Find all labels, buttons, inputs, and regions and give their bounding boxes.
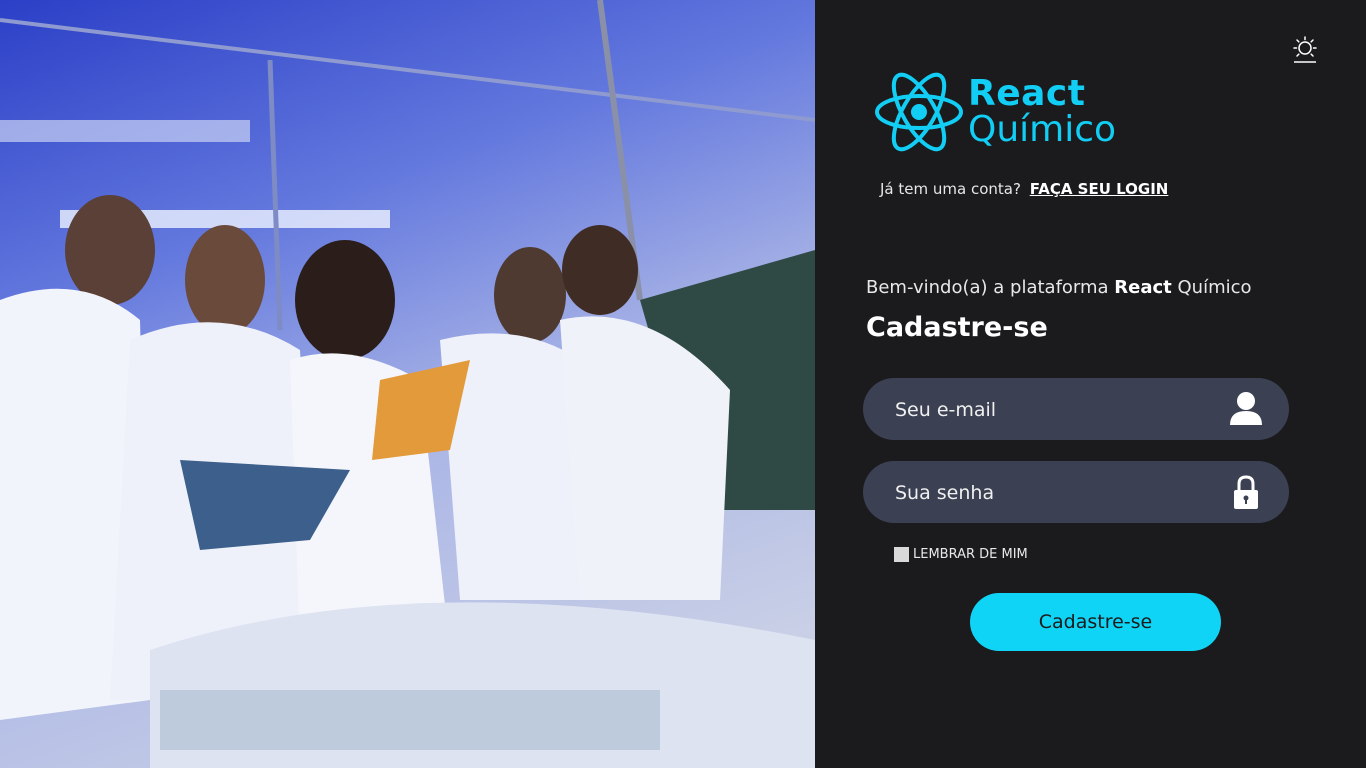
brand-name-quimico: Químico <box>968 109 1117 150</box>
hero-image <box>0 0 815 768</box>
lock-icon <box>1234 475 1258 509</box>
welcome-text: Bem-vindo(a) a plataforma React Químico <box>866 277 1252 298</box>
password-field[interactable] <box>893 461 1217 525</box>
email-field-container <box>863 378 1289 442</box>
sun-icon <box>1293 36 1317 63</box>
login-link[interactable]: FAÇA SEU LOGIN <box>1030 180 1169 198</box>
login-prompt: Já tem uma conta? FAÇA SEU LOGIN <box>880 180 1168 198</box>
checkbox-box[interactable] <box>894 546 909 562</box>
brand-logo: React Químico <box>875 70 1165 156</box>
user-icon <box>1230 392 1262 425</box>
welcome-suffix: Químico <box>1171 277 1252 298</box>
signup-panel: React Químico Já tem uma conta? FAÇA SEU… <box>815 0 1366 768</box>
signup-button[interactable]: Cadastre-se <box>970 593 1221 651</box>
password-field-container <box>863 461 1289 525</box>
theme-toggle-button[interactable] <box>1293 36 1317 64</box>
page-title: Cadastre-se <box>866 312 1048 343</box>
welcome-prefix: Bem-vindo(a) a plataforma <box>866 277 1115 298</box>
login-prompt-text: Já tem uma conta? <box>880 180 1021 198</box>
email-field[interactable] <box>893 378 1217 442</box>
remember-me-checkbox[interactable]: LEMBRAR DE MIM <box>894 545 1028 563</box>
react-atom-icon <box>875 72 963 152</box>
lab-illustration <box>0 0 815 768</box>
remember-me-label: LEMBRAR DE MIM <box>913 546 1028 562</box>
welcome-brand: React <box>1114 277 1172 298</box>
